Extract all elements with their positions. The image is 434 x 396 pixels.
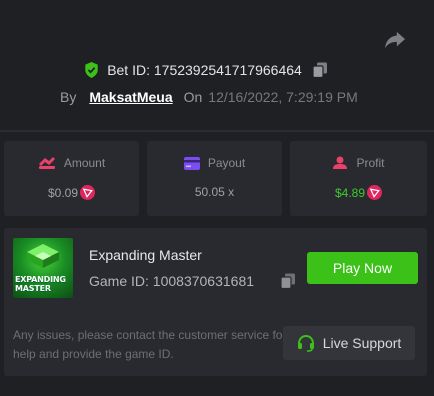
thumbnail-title-line2: MASTER: [15, 284, 51, 293]
profit-value: $4.89: [334, 185, 366, 200]
play-now-button[interactable]: Play Now: [307, 252, 418, 284]
copy-icon[interactable]: [312, 62, 328, 78]
bet-id-label: Bet ID:: [107, 62, 150, 78]
live-support-button[interactable]: Live Support: [283, 326, 415, 360]
profit-icon: [333, 156, 348, 169]
amount-label: Amount: [63, 156, 106, 170]
game-id: Game ID: 1008370631681: [89, 273, 254, 289]
profit-label: Profit: [356, 156, 385, 170]
thumbnail-title-line1: EXPANDING: [15, 275, 66, 284]
game-name: Expanding Master: [89, 247, 202, 263]
amount-value: $0.09: [47, 185, 79, 200]
username-link[interactable]: MaksatMeua: [89, 89, 172, 105]
shield-check-icon: [85, 62, 98, 78]
headset-icon: [297, 334, 314, 352]
divider: [0, 130, 434, 132]
stat-profit: Profit $4.89: [290, 141, 427, 216]
live-support-label: Live Support: [322, 335, 402, 351]
copy-icon[interactable]: [280, 273, 296, 289]
share-icon[interactable]: [384, 30, 406, 50]
tron-icon: [80, 185, 96, 200]
bet-amount-icon: [38, 157, 55, 169]
game-thumbnail[interactable]: EXPANDING MASTER: [13, 238, 73, 298]
tron-icon: [367, 185, 383, 200]
author-row: By MaksatMeua On 12/16/2022, 7:29:19 PM: [60, 88, 358, 106]
bet-details-panel: Bet ID: 1752392541717966464 By MaksatMeu…: [0, 0, 434, 396]
game-id-label: Game ID:: [89, 273, 149, 289]
bet-id-value: 1752392541717966464: [153, 62, 302, 78]
bet-id-row: Bet ID: 1752392541717966464: [0, 59, 434, 81]
on-label: On: [183, 89, 203, 105]
payout-value: 50.05 x: [194, 185, 235, 199]
by-label: By: [60, 89, 77, 105]
bet-date: 12/16/2022, 7:29:19 PM: [208, 89, 358, 105]
stacked-blocks-icon: [27, 244, 59, 268]
game-id-value: 1008370631681: [152, 273, 255, 289]
stat-payout: Payout 50.05 x: [147, 141, 282, 216]
payout-label: Payout: [207, 156, 246, 170]
stat-amount: Amount $0.09: [4, 141, 139, 216]
support-notice: Any issues, please contact the customer …: [13, 328, 287, 361]
game-card: EXPANDING MASTER Expanding Master Game I…: [4, 228, 427, 376]
card-payout-icon: [183, 156, 200, 170]
